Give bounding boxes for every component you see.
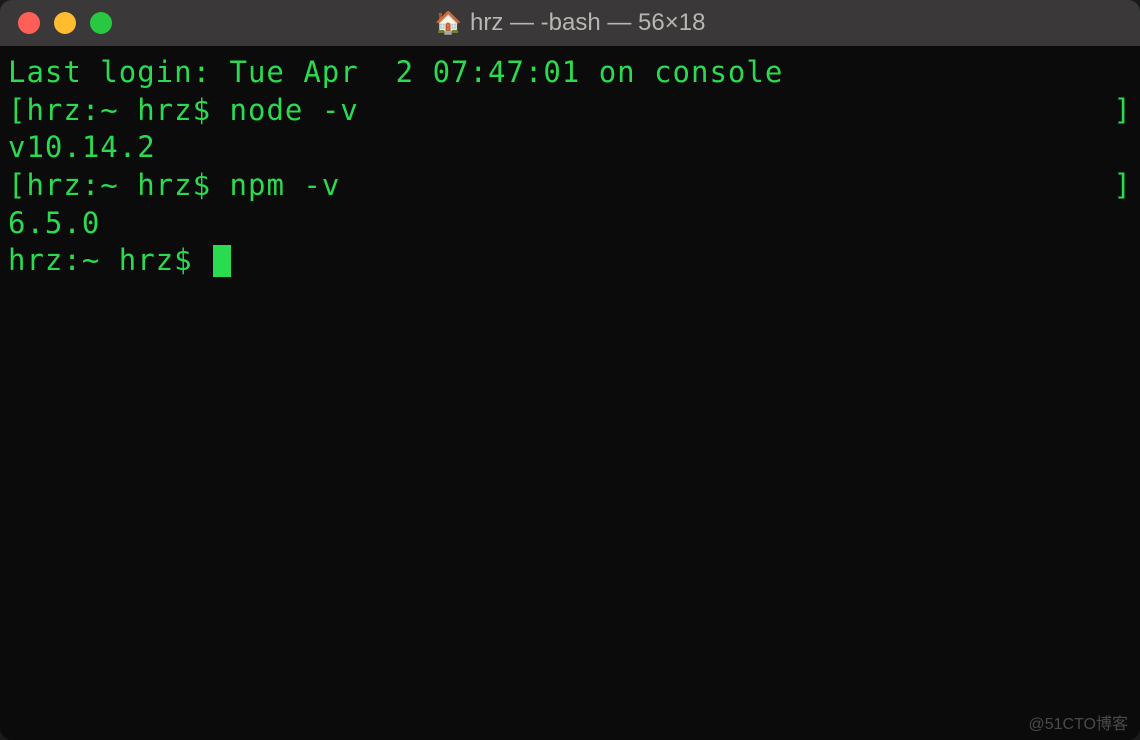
bracket-close-icon: ] — [1114, 92, 1132, 130]
close-button[interactable] — [18, 12, 40, 34]
window-title: 🏠 hrz — -bash — 56×18 — [435, 9, 706, 37]
last-login-line: Last login: Tue Apr 2 07:47:01 on consol… — [8, 54, 1132, 92]
terminal-line: [ hrz:~ hrz$ node -v ] — [8, 92, 1132, 130]
prompt: hrz:~ hrz$ — [8, 242, 211, 280]
minimize-button[interactable] — [54, 12, 76, 34]
watermark: @51CTO博客 — [1028, 710, 1128, 734]
traffic-lights — [18, 12, 112, 34]
command-text: node -v — [230, 92, 359, 130]
command-text: npm -v — [230, 167, 341, 205]
terminal-line: hrz:~ hrz$ — [8, 242, 1132, 280]
cursor-block-icon — [213, 245, 231, 277]
prompt: hrz:~ hrz$ — [26, 167, 229, 205]
terminal-line: [ hrz:~ hrz$ npm -v ] — [8, 167, 1132, 205]
bracket-open-icon: [ — [8, 167, 26, 205]
terminal-output: v10.14.2 — [8, 129, 1132, 167]
home-icon: 🏠 — [435, 12, 462, 34]
bracket-open-icon: [ — [8, 92, 26, 130]
prompt: hrz:~ hrz$ — [26, 92, 229, 130]
window-titlebar: 🏠 hrz — -bash — 56×18 — [0, 0, 1140, 46]
maximize-button[interactable] — [90, 12, 112, 34]
terminal-output: 6.5.0 — [8, 205, 1132, 243]
terminal-body[interactable]: Last login: Tue Apr 2 07:47:01 on consol… — [0, 46, 1140, 740]
window-title-text: hrz — -bash — 56×18 — [470, 9, 705, 37]
bracket-close-icon: ] — [1114, 167, 1132, 205]
